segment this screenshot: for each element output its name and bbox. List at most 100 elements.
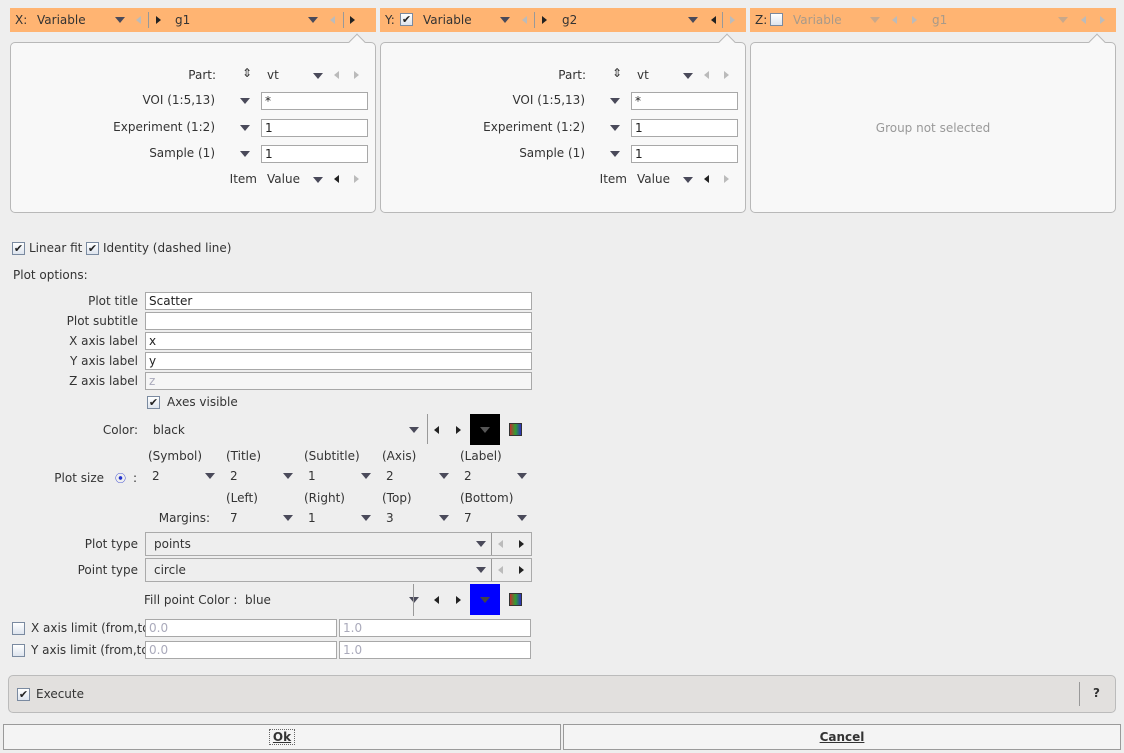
chevron-down-icon[interactable] <box>283 473 293 479</box>
x-group-select[interactable]: g1 <box>175 13 190 27</box>
next-icon[interactable] <box>354 175 359 183</box>
margin-select[interactable]: 3 <box>386 511 394 525</box>
chevron-down-icon[interactable] <box>361 515 371 521</box>
y-enable-checkbox[interactable]: ✔ <box>400 13 413 26</box>
item-select[interactable]: Value <box>637 172 670 186</box>
next-icon[interactable] <box>724 71 729 79</box>
prev-icon[interactable] <box>498 540 503 548</box>
chevron-down-icon[interactable] <box>500 17 510 23</box>
x-source-select[interactable]: Variable <box>37 13 86 27</box>
chevron-down-icon[interactable] <box>283 515 293 521</box>
chevron-down-icon[interactable] <box>610 98 620 104</box>
next-icon[interactable] <box>1100 16 1105 24</box>
next-icon[interactable] <box>519 540 524 548</box>
exp-input[interactable]: 1 <box>631 119 738 137</box>
chevron-down-icon[interactable] <box>1058 17 1068 23</box>
prev-icon[interactable] <box>522 16 527 24</box>
size-select[interactable]: 1 <box>308 469 316 483</box>
y-from-input[interactable]: 0.0 <box>145 641 337 659</box>
exp-input[interactable]: 1 <box>261 119 368 137</box>
chevron-down-icon[interactable] <box>439 515 449 521</box>
next-icon[interactable] <box>519 566 524 574</box>
chevron-down-icon[interactable] <box>683 177 693 183</box>
chevron-down-icon[interactable] <box>308 17 318 23</box>
chevron-down-icon[interactable] <box>610 125 620 131</box>
prev-icon[interactable] <box>704 175 709 183</box>
sample-input[interactable]: 1 <box>261 145 368 163</box>
fill-color-select[interactable]: blue <box>245 593 271 607</box>
plot-title-input[interactable]: Scatter <box>145 292 532 310</box>
x-from-input[interactable]: 0.0 <box>145 619 337 637</box>
chevron-down-icon[interactable] <box>240 125 250 131</box>
chevron-down-icon[interactable] <box>439 473 449 479</box>
chevron-down-icon[interactable] <box>409 597 419 603</box>
chevron-down-icon[interactable] <box>361 473 371 479</box>
palette-icon[interactable] <box>509 423 522 436</box>
size-select[interactable]: 2 <box>386 469 394 483</box>
chevron-down-icon[interactable] <box>240 151 250 157</box>
y-group-select[interactable]: g2 <box>562 13 577 27</box>
palette-icon[interactable] <box>509 593 522 606</box>
cancel-button[interactable]: Cancel <box>563 724 1121 750</box>
voi-input[interactable]: * <box>261 92 368 110</box>
x-axis-label-input[interactable]: x <box>145 332 532 350</box>
y-to-input[interactable]: 1.0 <box>339 641 531 659</box>
color-swatch[interactable] <box>470 414 500 445</box>
execute-checkbox[interactable]: ✔ <box>17 688 30 701</box>
prev-icon[interactable] <box>892 16 897 24</box>
chevron-down-icon[interactable] <box>205 473 215 479</box>
prev-icon[interactable] <box>334 71 339 79</box>
voi-input[interactable]: * <box>631 92 738 110</box>
chevron-down-icon[interactable] <box>683 73 693 79</box>
chevron-down-icon[interactable] <box>517 473 527 479</box>
z-group-select[interactable]: g1 <box>932 13 947 27</box>
y-axis-limit-checkbox[interactable] <box>12 644 25 657</box>
margin-select[interactable]: 1 <box>308 511 316 525</box>
target-icon[interactable]: ⦿ <box>115 470 126 486</box>
prev-icon[interactable] <box>1081 16 1086 24</box>
z-source-select[interactable]: Variable <box>793 13 842 27</box>
help-button[interactable]: ? <box>1093 686 1100 700</box>
prev-icon[interactable] <box>136 16 141 24</box>
z-axis-label-input[interactable]: z <box>145 372 532 390</box>
chevron-down-icon[interactable] <box>870 17 880 23</box>
item-select[interactable]: Value <box>267 172 300 186</box>
next-icon[interactable] <box>456 426 461 434</box>
prev-icon[interactable] <box>704 71 709 79</box>
x-axis-limit-checkbox[interactable] <box>12 622 25 635</box>
chevron-down-icon[interactable] <box>688 17 698 23</box>
chevron-down-icon[interactable] <box>409 427 419 433</box>
y-axis-label-input[interactable]: y <box>145 352 532 370</box>
size-select[interactable]: 2 <box>152 469 160 483</box>
chevron-down-icon[interactable] <box>313 73 323 79</box>
next-icon[interactable] <box>156 16 161 24</box>
prev-icon[interactable] <box>330 16 335 24</box>
color-select[interactable]: black <box>153 423 185 437</box>
x-to-input[interactable]: 1.0 <box>339 619 531 637</box>
ok-button[interactable]: Ok <box>3 724 561 750</box>
part-select[interactable]: vt <box>267 68 279 82</box>
chevron-down-icon[interactable] <box>313 177 323 183</box>
next-icon[interactable] <box>542 16 547 24</box>
chevron-down-icon[interactable] <box>476 541 486 547</box>
margin-select[interactable]: 7 <box>464 511 472 525</box>
fill-color-swatch[interactable] <box>470 584 500 615</box>
linear-fit-checkbox[interactable]: ✔ <box>12 242 25 255</box>
prev-icon[interactable] <box>711 16 716 24</box>
prev-icon[interactable] <box>434 426 439 434</box>
next-icon[interactable] <box>730 16 735 24</box>
sample-input[interactable]: 1 <box>631 145 738 163</box>
chevron-down-icon[interactable] <box>240 98 250 104</box>
size-select[interactable]: 2 <box>464 469 472 483</box>
identity-checkbox[interactable]: ✔ <box>86 242 99 255</box>
next-icon[interactable] <box>354 71 359 79</box>
next-icon[interactable] <box>724 175 729 183</box>
chevron-down-icon[interactable] <box>115 17 125 23</box>
next-icon[interactable] <box>912 16 917 24</box>
prev-icon[interactable] <box>498 566 503 574</box>
size-select[interactable]: 2 <box>230 469 238 483</box>
y-source-select[interactable]: Variable <box>423 13 472 27</box>
margin-select[interactable]: 7 <box>230 511 238 525</box>
chevron-down-icon[interactable] <box>517 515 527 521</box>
plot-type-select[interactable]: points <box>145 532 532 556</box>
